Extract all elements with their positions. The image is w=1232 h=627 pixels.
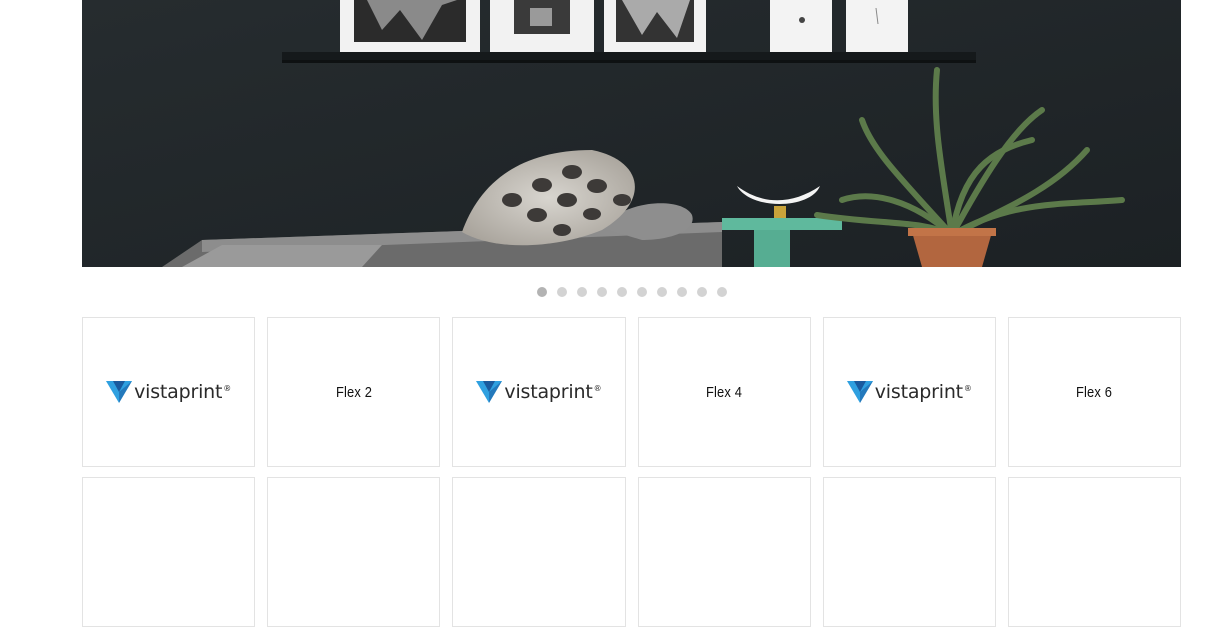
vistaprint-mark-icon (476, 381, 503, 403)
framed-prints (282, 0, 976, 63)
product-tile[interactable] (452, 477, 626, 627)
product-tile[interactable]: Flex 4 (637, 317, 811, 467)
logo-wordmark: vistaprint® (874, 381, 972, 403)
tile-label: Flex 2 (335, 383, 372, 401)
carousel-dot-1[interactable] (537, 287, 547, 297)
carousel-dot-5[interactable] (617, 287, 627, 297)
product-tile[interactable] (637, 477, 811, 627)
carousel-dot-3[interactable] (577, 287, 587, 297)
product-tile[interactable] (1007, 477, 1181, 627)
logo-wordmark: vistaprint® (504, 381, 602, 403)
product-tile[interactable]: vistaprint® (822, 317, 996, 467)
vistaprint-logo: vistaprint® (846, 381, 972, 403)
carousel-dot-10[interactable] (717, 287, 727, 297)
product-tile[interactable]: Flex 2 (267, 317, 441, 467)
logo-wordmark: vistaprint® (134, 381, 232, 403)
product-tile[interactable]: vistaprint® (82, 317, 256, 467)
carousel-dot-9[interactable] (697, 287, 707, 297)
hero-banner-image (82, 0, 1181, 267)
carousel-dot-4[interactable] (597, 287, 607, 297)
vistaprint-logo: vistaprint® (106, 381, 231, 403)
vistaprint-mark-icon (106, 381, 133, 403)
product-tile[interactable]: vistaprint® (452, 317, 626, 467)
product-tile[interactable] (822, 477, 996, 627)
vistaprint-logo: vistaprint® (476, 381, 602, 403)
product-tile-grid: vistaprint® Flex 2 vistaprint® Flex 4 vistap… (82, 317, 1181, 627)
tile-label: Flex 4 (705, 383, 743, 401)
carousel-dots (0, 287, 1232, 297)
carousel-dot-7[interactable] (657, 287, 667, 297)
product-tile[interactable] (267, 477, 441, 627)
tile-label: Flex 6 (1076, 383, 1113, 401)
vistaprint-mark-icon (846, 381, 873, 403)
terracotta-pot (912, 232, 992, 267)
carousel-dot-8[interactable] (677, 287, 687, 297)
carousel-dot-6[interactable] (637, 287, 647, 297)
carousel-dot-2[interactable] (557, 287, 567, 297)
hero-photo (82, 0, 1181, 267)
product-tile[interactable]: Flex 6 (1007, 317, 1181, 467)
product-tile[interactable] (82, 477, 256, 627)
